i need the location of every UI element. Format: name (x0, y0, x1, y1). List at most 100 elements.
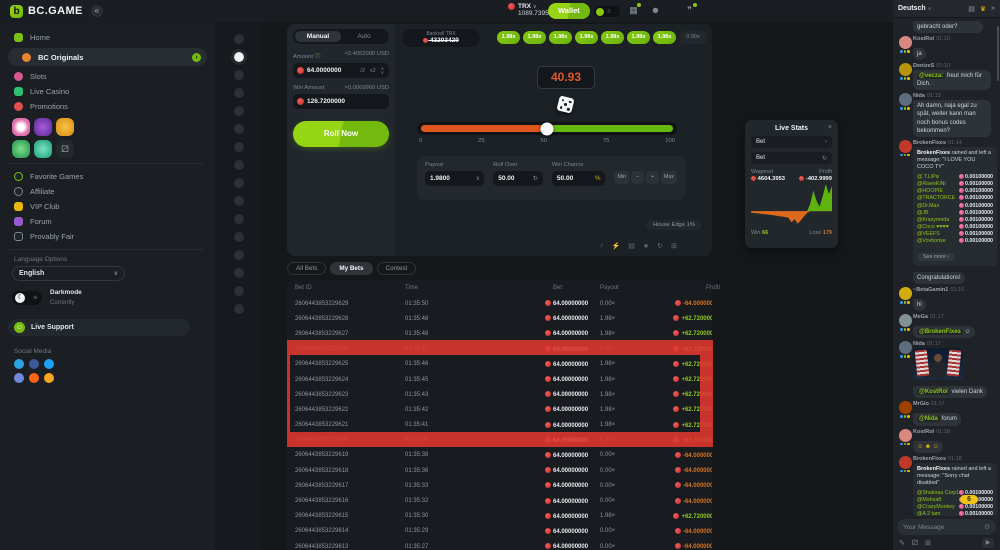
rain-username[interactable]: @Mahsa8 (917, 497, 941, 503)
collapse-chat-icon[interactable]: » (991, 5, 995, 12)
table-row[interactable]: 2606443853229619 01:35:38 64.00000000 0.… (287, 448, 712, 463)
mention[interactable]: @vecza: (917, 73, 945, 79)
rail-icon[interactable] (234, 250, 244, 260)
sidebar-item-live-casino[interactable]: Live Casino (0, 84, 215, 99)
rail-icon[interactable] (234, 304, 244, 314)
chat-rules-icon[interactable]: ▤ (968, 5, 975, 13)
rain-username[interactable]: @HOOPIE (917, 188, 943, 194)
fullscreen-icon[interactable]: ⊞ (671, 242, 677, 250)
chat-username[interactable]: DenizeS (913, 63, 934, 69)
sound-icon[interactable]: ♪ (600, 242, 604, 250)
chat-username[interactable]: KostRol (913, 429, 934, 435)
rain-username[interactable]: @Dr.Max (917, 203, 939, 209)
sidebar-item-bc-originals[interactable]: BC Originals› (8, 48, 207, 66)
table-row[interactable]: 2606443853229618 01:35:36 64.00000000 0.… (287, 463, 712, 478)
multiplier-pill[interactable]: 1.98x (627, 31, 650, 44)
table-row[interactable]: 2606443853229615 01:35:30 64.00000000 1.… (287, 509, 712, 524)
discord-icon[interactable] (14, 373, 24, 383)
rain-username[interactable]: @Shakiraa Corp1 (917, 490, 959, 496)
rain-username[interactable]: @Vovborise (917, 238, 946, 244)
win-amount-input[interactable]: 126.7200000 (293, 94, 389, 109)
tab-all-bets[interactable]: All Bets (287, 262, 326, 275)
bitcointalk-icon[interactable] (44, 373, 54, 383)
deposit-icon[interactable]: ▦ (628, 5, 639, 16)
chat-username[interactable]: ~BetaGamin1 (913, 287, 948, 293)
table-row[interactable]: 2606443853229620 01:35:39 64.00000000 1.… (287, 433, 712, 448)
increase-button[interactable]: + (646, 171, 659, 184)
avatar[interactable] (899, 36, 912, 49)
user-icon[interactable]: ☻ (650, 5, 661, 16)
multiplier-pill[interactable]: 1.98x (497, 31, 520, 44)
gem-game-icon[interactable] (56, 118, 74, 136)
rail-icon[interactable] (234, 232, 244, 242)
balance-display[interactable]: TRX ∨ 1089.73953 (508, 3, 552, 17)
telegram-icon[interactable] (14, 359, 24, 369)
table-row[interactable]: 2606443853229626 01:35:47 64.00000000 1.… (287, 342, 712, 357)
sidebar-item-promotions[interactable]: Promotions (0, 99, 215, 114)
chat-scrollbar-thumb[interactable] (997, 26, 999, 81)
chat-username[interactable]: Nida (913, 341, 925, 347)
bankroll-box[interactable]: Bankroll TRX 43203429 (402, 29, 480, 47)
multiplier-pill[interactable]: 1.98x (653, 31, 676, 44)
amount-down-button[interactable]: ∨ (380, 71, 385, 75)
rain-username[interactable]: @RiseeKiNi (917, 181, 946, 187)
chat-username[interactable]: MeGa (913, 314, 928, 320)
min-button[interactable]: Min (614, 171, 629, 184)
rail-icon[interactable] (234, 286, 244, 296)
roll-slider[interactable] (421, 125, 673, 132)
roll-now-button[interactable]: Roll Now (293, 121, 389, 147)
send-message-icon[interactable]: ▶ (982, 538, 994, 548)
language-select[interactable]: English∨ (12, 266, 125, 281)
tab-my-bets[interactable]: My Bets (330, 262, 372, 275)
multiplier-pill[interactable]: 1.98x (549, 31, 572, 44)
rail-icon[interactable] (234, 214, 244, 224)
chat-attach-icon[interactable]: ⊞ (925, 539, 931, 547)
stats-icon[interactable]: ▤ (628, 242, 635, 250)
chat-language-select[interactable]: Deutsch (898, 5, 926, 12)
chat-rules-pencil-icon[interactable]: ✎ (899, 539, 905, 547)
rail-icon[interactable] (234, 268, 244, 278)
double-bet-button[interactable]: x2 (369, 68, 377, 74)
chat-image-meme[interactable] (913, 348, 963, 380)
see-more-button[interactable]: See more › (917, 253, 955, 261)
rail-icon[interactable] (234, 160, 244, 170)
stats-reset-row[interactable]: Bet↻ (751, 152, 832, 164)
rain-username[interactable]: @CrazyMonkey (917, 504, 955, 510)
table-row[interactable]: 2606443853229622 01:35:42 64.00000000 1.… (287, 402, 712, 417)
chat-message-input[interactable]: Your Message ⊙ (897, 519, 996, 535)
reddit-icon[interactable] (29, 373, 39, 383)
chat-username[interactable]: KostRol (913, 36, 934, 42)
tab-manual[interactable]: Manual (295, 31, 341, 42)
half-bet-button[interactable]: /2 (359, 68, 366, 74)
rail-icon[interactable] (234, 34, 244, 44)
darkmode-toggle[interactable]: ☾☀ (12, 291, 42, 305)
rain-username[interactable]: @Coco ♥♥♥♥ (917, 224, 949, 230)
rail-icon[interactable] (234, 124, 244, 134)
rain-username[interactable]: @TRACTORCE (917, 195, 955, 201)
clock-icon[interactable]: ⊙ (984, 523, 990, 531)
galaxy-game-icon[interactable] (34, 118, 52, 136)
stats-filter-row[interactable]: Bet› (751, 136, 832, 148)
twitter-icon[interactable] (44, 359, 54, 369)
rail-icon[interactable] (234, 178, 244, 188)
live-support-button[interactable]: ☺Live Support (8, 319, 190, 336)
wallet-button[interactable]: Wallet (548, 3, 590, 19)
quick-bet-toggle[interactable]: ≡ (594, 6, 620, 17)
avatar[interactable] (899, 93, 912, 106)
table-row[interactable]: 2606443853229623 01:35:43 64.00000000 1.… (287, 387, 712, 402)
amount-input[interactable]: 64.0000000 /2 x2 ∧∨ (293, 63, 389, 78)
rain-username[interactable]: @Krazymeda (917, 217, 949, 223)
refresh-icon[interactable]: ↻ (822, 155, 827, 162)
chat-bubble-icon[interactable]: ❞ (684, 5, 695, 16)
multiplier-pill-muted[interactable]: 0.00x (679, 31, 707, 44)
multiplier-pill[interactable]: 1.98x (575, 31, 598, 44)
sidebar-item-forum[interactable]: Forum (0, 214, 215, 229)
avatar[interactable] (899, 429, 912, 442)
sidebar-item-home[interactable]: Home (0, 30, 215, 45)
mention[interactable]: @Nida (917, 416, 940, 422)
table-row[interactable]: 2606443853229628 01:35:48 64.00000000 1.… (287, 311, 712, 326)
table-row[interactable]: 2606443853229625 01:35:46 64.00000000 1.… (287, 357, 712, 372)
bc-logo-icon[interactable]: b (10, 5, 23, 18)
candy-game-icon[interactable] (12, 118, 30, 136)
table-row[interactable]: 2606443853229617 01:35:33 64.00000000 0.… (287, 478, 712, 493)
